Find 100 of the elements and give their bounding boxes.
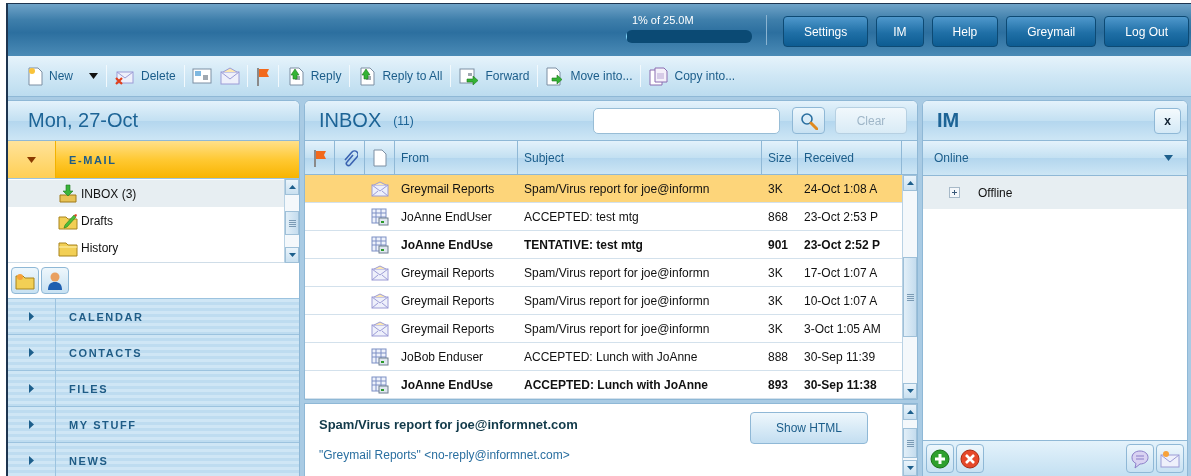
copy-icon	[649, 66, 669, 86]
section-tab[interactable]: FILES	[8, 371, 299, 407]
close-button[interactable]: x	[1154, 107, 1181, 134]
subject-cell-text: Spam/Virus report for joe@informn	[523, 265, 711, 280]
envelope-icon	[371, 180, 389, 197]
grip-icon	[288, 219, 296, 227]
subject-cell-text: Spam/Virus report for joe@informn	[523, 181, 711, 196]
scrollbar[interactable]	[284, 179, 299, 263]
section-tab[interactable]: CALENDAR	[8, 299, 299, 335]
contact-button[interactable]	[41, 267, 69, 294]
scroll-thumb[interactable]	[903, 257, 917, 337]
toolbar-button[interactable]: Reply	[281, 62, 347, 90]
scroll-up-button[interactable]	[285, 179, 299, 195]
flag-icon	[312, 148, 327, 167]
scrollbar[interactable]	[902, 404, 917, 476]
toolbar-button[interactable]: Copy into...	[644, 62, 741, 90]
sender-cell-text: JoAnne EndUse	[400, 377, 494, 392]
received-cell-text: 23-Oct 2:52 P	[803, 237, 882, 252]
scroll-thumb[interactable]	[903, 428, 917, 458]
sender-cell-text: JoAnne EndUser	[400, 209, 493, 224]
header-button[interactable]: Log Out	[1104, 16, 1189, 47]
section-tab[interactable]: CONTACTS	[8, 335, 299, 371]
folder-item[interactable]: INBOX (3)	[8, 180, 284, 207]
search-button[interactable]	[792, 107, 825, 134]
subject-cell-text: Spam/Virus report for joe@informn	[523, 321, 711, 336]
grip-icon	[906, 293, 914, 301]
search-field[interactable]	[593, 107, 780, 134]
folder-icon	[15, 271, 35, 290]
section-tab[interactable]: MY STUFF	[8, 407, 299, 443]
preview-sender: "Greymail Reports" <no-reply@informnet.com>	[319, 448, 571, 462]
size-cell-text: 3K	[767, 265, 784, 280]
envelope-icon	[371, 320, 389, 337]
sender-cell-text: Greymail Reports	[400, 293, 496, 308]
arrow-down-icon	[288, 253, 296, 257]
inbox-tray-icon	[58, 183, 78, 204]
arrow-down-icon	[906, 466, 914, 470]
message-card-icon[interactable]	[191, 67, 212, 85]
received-cell-text: 3-Oct 1:05 AM	[803, 321, 882, 336]
scroll-up-button[interactable]	[903, 175, 917, 191]
scroll-down-button[interactable]	[285, 247, 299, 263]
header-button[interactable]: IM	[876, 16, 924, 47]
message-count: (11)	[393, 113, 414, 128]
remove-contact-button[interactable]	[956, 444, 984, 473]
folder-item[interactable]: History	[8, 234, 284, 261]
person-icon	[47, 270, 63, 291]
toolbar-button[interactable]: Forward	[454, 62, 535, 90]
new-menu-button[interactable]: New	[22, 62, 103, 90]
message-row[interactable]: JoAnne EndUse TENTATIVE: test mtg 901 23-Oct 2:52 P	[305, 231, 902, 259]
received-cell-text: 24-Oct 1:08 A	[803, 181, 879, 196]
envelope-icon	[371, 292, 389, 309]
size-cell-text: 893	[767, 377, 790, 392]
message-row[interactable]: Greymail Reports Spam/Virus report for joe@informn 3K 10-Oct 1:07 A	[305, 287, 902, 315]
sender-cell-text: JoAnne EndUse	[400, 237, 494, 252]
arrow-up-icon	[906, 181, 914, 185]
panel-title: IM	[937, 109, 960, 132]
sender-cell-text: Greymail Reports	[400, 321, 496, 336]
message-row[interactable]: JoBob Enduser ACCEPTED: Lunch with JoAnne 888 30-Sep 11:39	[305, 343, 902, 371]
message-row[interactable]: Greymail Reports Spam/Virus report for joe@informn 3K 24-Oct 1:08 A	[305, 175, 902, 203]
storage-label: 1% of 25.0M	[630, 13, 695, 26]
toolbar-button[interactable]: Reply to All	[353, 62, 448, 90]
arrow-down-icon	[906, 389, 914, 393]
calendar-icon	[371, 375, 389, 394]
column-header[interactable]: Received	[798, 141, 902, 174]
speech-bubble-icon	[1130, 448, 1150, 469]
flag-icon[interactable]	[254, 66, 271, 86]
header-button[interactable]: Greymail	[1006, 16, 1097, 47]
section-tab[interactable]: NEWS	[8, 443, 299, 476]
contact-group[interactable]: Offline	[923, 176, 1187, 209]
scrollbar[interactable]	[902, 175, 917, 399]
message-row[interactable]: JoAnne EndUse ACCEPTED: Lunch with JoAnne 893 30-Sep 11:38	[305, 371, 902, 399]
forward-icon	[459, 66, 480, 86]
inbox-title: INBOX	[319, 109, 382, 132]
envelope-icon[interactable]	[219, 67, 240, 85]
folder-item[interactable]: Drafts	[8, 207, 284, 234]
chat-button[interactable]	[1126, 444, 1154, 473]
send-mail-button[interactable]	[1156, 444, 1184, 473]
toolbar-button[interactable]: Delete	[110, 62, 181, 90]
envelope-icon	[371, 264, 389, 281]
subject-cell-text: ACCEPTED: test mtg	[523, 209, 640, 224]
column-header[interactable]: From	[395, 141, 518, 174]
received-cell-text: 30-Sep 11:39	[803, 349, 877, 364]
search-icon	[799, 111, 818, 130]
grip-icon	[906, 439, 914, 447]
header-button[interactable]: Help	[931, 16, 999, 47]
received-cell-text: 10-Oct 1:07 A	[803, 293, 879, 308]
column-header[interactable]: Subject	[518, 141, 762, 174]
message-row[interactable]: Greymail Reports Spam/Virus report for joe@informn 3K 3-Oct 1:05 AM	[305, 315, 902, 343]
message-row[interactable]: JoAnne EndUser ACCEPTED: test mtg 868 23-Oct 2:53 P	[305, 203, 902, 231]
column-header[interactable]: Size	[762, 141, 798, 174]
scroll-up-button[interactable]	[903, 404, 917, 420]
status-dropdown[interactable]: Online	[923, 141, 1187, 176]
scroll-down-button[interactable]	[903, 383, 917, 399]
add-contact-button[interactable]	[926, 444, 954, 473]
scroll-thumb[interactable]	[285, 211, 299, 235]
header-button[interactable]: Settings	[782, 16, 869, 47]
section-tab[interactable]: E-MAIL	[8, 141, 299, 179]
show-html-button[interactable]: Show HTML	[750, 412, 868, 444]
scroll-down-button[interactable]	[903, 460, 917, 476]
toolbar-button[interactable]: Move into...	[541, 62, 638, 90]
message-row[interactable]: Greymail Reports Spam/Virus report for joe@informn 3K 17-Oct 1:07 A	[305, 259, 902, 287]
